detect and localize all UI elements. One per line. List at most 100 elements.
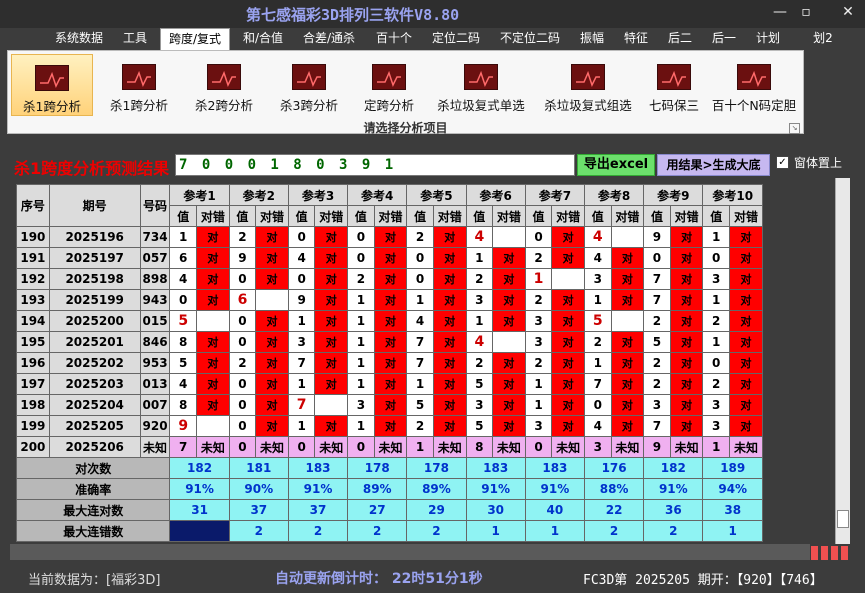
generate-base-button[interactable]: 用结果>生成大底 (657, 154, 770, 176)
table-row[interactable]: 196 2025202 953 5 对 2 对 7 对 1 对 7 对 2 对 2 对 1 对 2 对 0 对 (16, 352, 763, 374)
result-field[interactable]: 7 0 0 0 1 8 0 3 9 1 (175, 154, 575, 176)
header-ref-1[interactable]: 参考1 (169, 184, 230, 206)
cell-value: 0 (584, 394, 612, 416)
cell-match: 对 (255, 373, 289, 395)
fixed-span-button[interactable]: 定跨分析 (353, 54, 425, 116)
draw-info: FC3D第 2025205 期开：【920】【746】 (583, 573, 823, 588)
cell-match: 对 (373, 331, 408, 353)
stat-value: 2 (287, 520, 349, 542)
cell-value: 9 (169, 415, 197, 437)
menu-position-2[interactable]: 定位二码 (426, 28, 486, 50)
table-row[interactable]: 194 2025200 015 5 0 对 1 对 1 对 4 对 1 对 3 对 5 2 对 2 对 (16, 310, 763, 332)
cell-value: 0 (169, 289, 197, 311)
table-row[interactable]: 198 2025204 007 8 对 0 对 7 3 对 5 对 3 对 1 对 0 对 3 对 3 对 (16, 394, 763, 416)
restore-icon[interactable]: ▫ (796, 4, 816, 20)
cell-match: 对 (729, 226, 763, 248)
menu-nonposition-2[interactable]: 不定位二码 (494, 28, 566, 50)
menu-sum-value[interactable]: 和/合值 (236, 28, 290, 50)
cell-value: 4 (584, 247, 612, 269)
table-row[interactable]: 195 2025201 846 8 对 0 对 3 对 1 对 7 对 4 3 对 2 对 5 对 1 对 (16, 331, 763, 353)
kill-junk-single-button[interactable]: 杀垃圾复式单选 (429, 54, 533, 116)
cell-value: 1 (702, 289, 731, 311)
menu-amplitude[interactable]: 振幅 (574, 28, 610, 50)
export-excel-button[interactable]: 导出excel (577, 154, 655, 176)
header-seq[interactable]: 序号 (16, 184, 50, 227)
stat-value: 2 (347, 520, 408, 542)
header-ref-2[interactable]: 参考2 (228, 184, 289, 206)
seven-code-button[interactable]: 七码保三 (642, 54, 706, 116)
ribbon-caption: 请选择分析项目 (363, 121, 448, 135)
cell-match: 对 (255, 394, 289, 416)
kill-3-span-button[interactable]: 杀3跨分析 (268, 54, 350, 116)
header-ref-8[interactable]: 参考8 (583, 184, 645, 206)
close-icon[interactable]: ✕ (838, 4, 858, 20)
table-row[interactable]: 190 2025196 734 1 对 2 对 0 对 0 对 2 对 4 0 对 4 9 对 1 对 (16, 226, 763, 248)
horizontal-scrollbar[interactable] (10, 544, 810, 560)
header-number[interactable]: 号码 (139, 184, 171, 227)
header-ref-10[interactable]: 参考10 (702, 184, 763, 206)
menu-diff-kill[interactable]: 合差/通杀 (296, 28, 362, 50)
cell-value: 4 (465, 331, 494, 353)
cell-value: 3 (524, 415, 553, 437)
analysis-table: 序号 期号 号码 参考1 参考2 参考3 参考4 参考5 参考6 参考7 参考8 参考9 参考10 值对错… (15, 184, 763, 542)
kill-1-span-button-2[interactable]: 杀1跨分析 (98, 54, 180, 116)
table-row[interactable]: 199 2025205 920 9 0 对 1 对 1 对 2 对 5 对 3 对 4 对 7 对 3 对 (16, 415, 763, 437)
header-ref-9[interactable]: 参考9 (643, 184, 704, 206)
cell-value: 4 (584, 226, 612, 248)
kill-1-span-label: 杀1跨分析 (23, 99, 81, 114)
pred-value: 0 (524, 436, 553, 458)
cell-value: 2 (406, 415, 434, 437)
menu-last-one[interactable]: 后一 (706, 28, 742, 50)
cell-match: 对 (610, 247, 645, 269)
table-row[interactable]: 197 2025203 013 4 对 0 对 1 对 1 对 1 对 5 对 1 对 7 对 2 对 2 对 (16, 373, 763, 395)
row-issue: 2025196 (48, 226, 141, 248)
cell-match (314, 394, 349, 416)
scroll-thumb[interactable] (837, 510, 849, 528)
vertical-scrollbar[interactable] (835, 178, 850, 544)
pred-value: 1 (406, 436, 434, 458)
menu-span-compound[interactable]: 跨度/复式 (160, 28, 230, 50)
subheader-match: 对错 (492, 205, 526, 227)
cell-value: 1 (347, 415, 375, 437)
table-row[interactable]: 191 2025197 057 6 对 9 对 4 对 0 对 0 对 1 对 2 对 4 对 0 对 0 对 (16, 247, 763, 269)
cell-match: 对 (492, 289, 526, 311)
cell-match: 对 (432, 331, 467, 353)
cell-match: 对 (195, 373, 230, 395)
header-ref-4[interactable]: 参考4 (347, 184, 408, 206)
cell-value: 5 (406, 394, 434, 416)
subheader-match: 对错 (314, 205, 349, 227)
table-row[interactable]: 192 2025198 898 4 对 0 对 0 对 2 对 0 对 2 对 1 3 对 7 对 3 对 (16, 268, 763, 290)
stat-value: 31 (169, 499, 230, 521)
menu-bsg[interactable]: 百十个 (370, 28, 418, 50)
minimize-icon[interactable]: — (770, 4, 790, 20)
header-ref-7[interactable]: 参考7 (524, 184, 586, 206)
bsg-n-code-button[interactable]: 百十个N码定胆 (708, 54, 800, 116)
header-ref-6[interactable]: 参考6 (465, 184, 526, 206)
subheader-match: 对错 (373, 205, 408, 227)
cell-match: 对 (492, 268, 526, 290)
menu-plan-2[interactable]: 划2 (808, 28, 838, 50)
kill-2-span-button[interactable]: 杀2跨分析 (183, 54, 265, 116)
stat-max-hit-streak: 最大连对数 31 37 37 27 29 30 40 22 36 38 (15, 499, 763, 521)
cell-value: 1 (287, 373, 316, 395)
kill-1-span-button[interactable]: 杀1跨分析 (11, 54, 93, 116)
cell-match: 对 (669, 268, 704, 290)
topmost-checkbox[interactable]: ✓ (776, 156, 789, 169)
pred-value: 0 (347, 436, 375, 458)
cell-value: 2 (702, 310, 731, 332)
header-issue[interactable]: 期号 (48, 184, 141, 227)
menu-last-two[interactable]: 后二 (662, 28, 698, 50)
cell-value: 9 (643, 226, 671, 248)
kill-junk-group-button[interactable]: 杀垃圾复式组选 (536, 54, 640, 116)
menu-plan[interactable]: 计划 (750, 28, 786, 50)
table-row[interactable]: 193 2025199 943 0 对 6 9 对 1 对 1 对 3 对 2 对 1 对 7 对 1 对 (16, 289, 763, 311)
menu-system-data[interactable]: 系统数据 (50, 28, 108, 50)
header-ref-5[interactable]: 参考5 (406, 184, 467, 206)
prediction-row[interactable]: 200 2025206 未知 7 未知 0 未知 0 未知 0 未知 1 未知 8 未知 0 未知 3 未知 9 未知 1… (16, 436, 763, 458)
menu-features[interactable]: 特征 (618, 28, 654, 50)
header-ref-3[interactable]: 参考3 (287, 184, 349, 206)
cell-value: 3 (584, 268, 612, 290)
pred-match: 未知 (432, 436, 467, 458)
dialog-launcher-icon[interactable]: ↘ (789, 123, 800, 134)
menu-tools[interactable]: 工具 (116, 28, 154, 50)
